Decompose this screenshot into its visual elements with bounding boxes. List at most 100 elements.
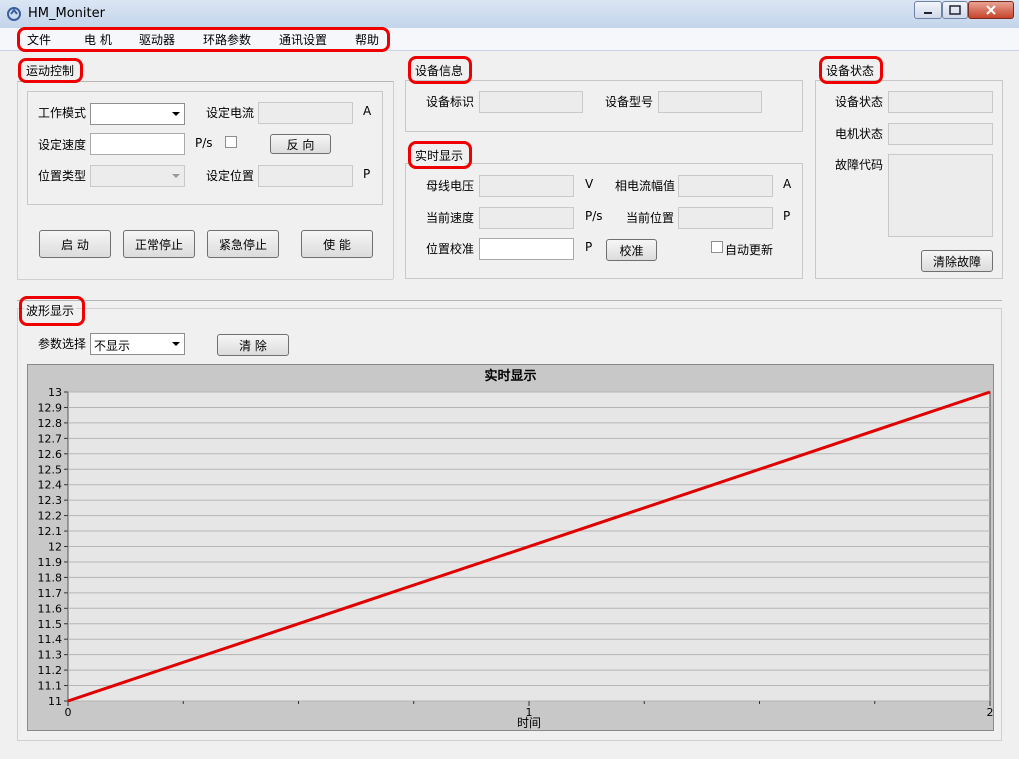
title-bar[interactable] <box>0 0 1019 29</box>
start-button[interactable]: 启 动 <box>39 230 111 258</box>
waveform-title: 波形显示 <box>24 302 77 319</box>
device-status-title: 设备状态 <box>824 62 877 79</box>
y-tick-label: 12.4 <box>38 479 63 492</box>
current-speed-field <box>479 207 574 229</box>
y-tick-label: 12.9 <box>38 401 63 414</box>
set-speed-input[interactable] <box>90 133 185 155</box>
y-tick-label: 12.2 <box>38 510 63 523</box>
x-tick-label: 2 <box>987 706 994 719</box>
chevron-down-icon <box>172 174 180 178</box>
phase-current-field <box>678 175 773 197</box>
motion-control-title: 运动控制 <box>24 62 77 79</box>
chart-svg: 实时显示 11 11.1 11.2 11.3 11.4 11.5 11.6 11.7 11.8 11… <box>38 368 994 730</box>
device-model-label: 设备型号 <box>605 95 654 109</box>
set-speed-label: 设定速度 <box>38 138 87 152</box>
speed-unit: P/s <box>195 136 213 150</box>
waveform-group-line <box>17 300 1002 301</box>
bus-voltage-field <box>479 175 574 197</box>
y-tick-label: 11.1 <box>38 680 63 693</box>
chevron-down-icon <box>172 342 180 346</box>
menu-loop-params[interactable]: 环路参数 <box>203 31 251 48</box>
device-state-label: 设备状态 <box>835 95 884 109</box>
y-tick-label: 11 <box>48 695 62 708</box>
auto-update-checkbox[interactable] <box>711 241 723 253</box>
y-tick-label: 12.7 <box>38 432 63 445</box>
position-calib-input[interactable] <box>479 238 574 260</box>
normal-stop-button[interactable]: 正常停止 <box>123 230 195 258</box>
chart-title: 实时显示 <box>484 368 536 384</box>
y-tick-label: 12.8 <box>38 417 63 430</box>
y-tick-label: 12.1 <box>38 525 63 538</box>
close-button[interactable] <box>968 1 1014 19</box>
y-tick-label: 12 <box>48 541 62 554</box>
emergency-stop-button[interactable]: 紧急停止 <box>207 230 279 258</box>
x-axis-label: 时间 <box>517 716 541 730</box>
bus-voltage-label: 母线电压 <box>426 179 475 193</box>
y-tick-label: 11.8 <box>38 571 63 584</box>
current-position-field <box>678 207 773 229</box>
close-icon <box>986 5 996 15</box>
device-info-title: 设备信息 <box>413 62 466 79</box>
current-position-label: 当前位置 <box>626 211 675 225</box>
menu-motor[interactable]: 电 机 <box>84 31 112 48</box>
motor-state-label: 电机状态 <box>835 127 884 141</box>
work-mode-select[interactable] <box>90 103 185 125</box>
y-tick-label: 12.5 <box>38 463 63 476</box>
current-speed-label: 当前速度 <box>426 211 475 225</box>
motion-group-line <box>17 81 393 82</box>
window-title: HM_Moniter <box>28 6 105 21</box>
auto-update-label: 自动更新 <box>725 243 774 257</box>
reverse-button[interactable]: 反 向 <box>270 134 331 154</box>
work-mode-label: 工作模式 <box>38 106 87 120</box>
y-tick-label: 12.6 <box>38 448 63 461</box>
set-current-field <box>258 102 353 124</box>
y-tick-label: 11.7 <box>38 587 63 600</box>
fault-code-label: 故障代码 <box>835 158 884 172</box>
phase-current-unit: A <box>783 177 792 191</box>
maximize-icon <box>949 5 961 15</box>
chevron-down-icon <box>172 112 180 116</box>
param-select[interactable]: 不显示 <box>90 333 185 355</box>
y-tick-label: 11.3 <box>38 649 63 662</box>
position-type-label: 位置类型 <box>38 169 87 183</box>
minimize-button[interactable] <box>914 1 942 19</box>
device-id-field <box>479 91 583 113</box>
calib-button[interactable]: 校准 <box>606 239 657 261</box>
set-position-field <box>258 165 353 187</box>
position-calib-label: 位置校准 <box>426 242 475 256</box>
y-tick-label: 11.2 <box>38 664 63 677</box>
device-state-field <box>888 91 993 113</box>
motion-group-bottom <box>17 279 393 280</box>
motion-group-right <box>393 81 394 279</box>
y-tick-label: 11.6 <box>38 602 63 615</box>
maximize-button[interactable] <box>942 1 968 19</box>
menu-driver[interactable]: 驱动器 <box>139 31 175 48</box>
clear-waveform-button[interactable]: 清 除 <box>217 334 289 356</box>
y-tick-label: 13 <box>48 386 62 399</box>
param-select-value: 不显示 <box>94 339 131 353</box>
app-icon <box>7 7 21 21</box>
realtime-title: 实时显示 <box>413 147 466 164</box>
y-tick-label: 11.9 <box>38 556 63 569</box>
menu-file[interactable]: 文件 <box>27 31 51 48</box>
set-position-label: 设定位置 <box>206 169 255 183</box>
speed-checkbox[interactable] <box>225 136 237 148</box>
clear-fault-button[interactable]: 清除故障 <box>921 250 993 272</box>
set-current-label: 设定电流 <box>206 106 255 120</box>
position-type-select[interactable] <box>90 165 185 187</box>
menu-comm-settings[interactable]: 通讯设置 <box>279 31 327 48</box>
device-model-field <box>658 91 762 113</box>
realtime-position-unit: P <box>783 209 791 223</box>
enable-button[interactable]: 使 能 <box>301 230 373 258</box>
current-unit: A <box>363 104 372 118</box>
param-select-label: 参数选择 <box>38 337 87 351</box>
y-tick-label: 11.5 <box>38 618 63 631</box>
fault-code-field <box>888 154 993 237</box>
realtime-speed-unit: P/s <box>585 209 603 223</box>
y-tick-label: 11.4 <box>38 633 63 646</box>
x-tick-label: 0 <box>65 706 72 719</box>
realtime-chart: 实时显示 11 11.1 11.2 11.3 11.4 11.5 11.6 11.7 11.8 11… <box>27 364 994 731</box>
motion-group-left <box>17 81 18 279</box>
motor-state-field <box>888 123 993 145</box>
menu-help[interactable]: 帮助 <box>355 31 379 48</box>
